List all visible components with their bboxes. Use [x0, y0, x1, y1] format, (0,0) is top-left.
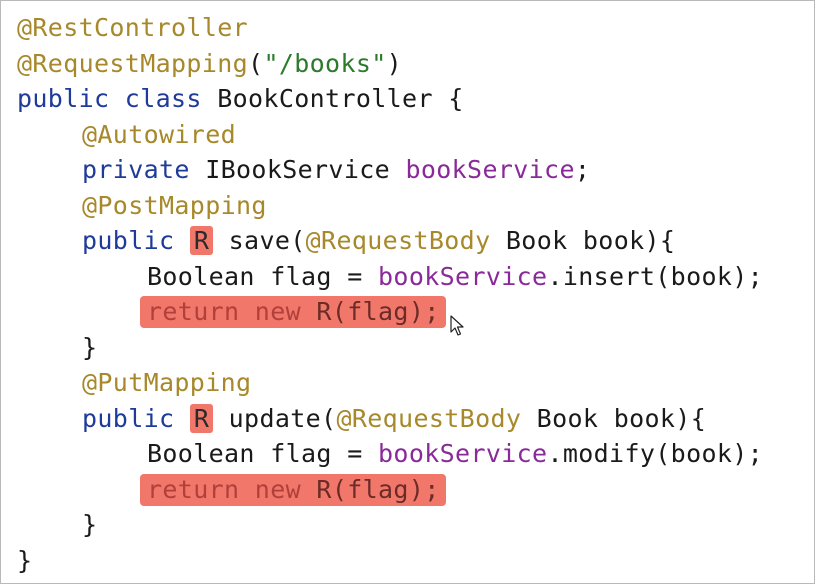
paren-token: ): [386, 48, 403, 78]
keyword-token: public: [82, 403, 175, 433]
code-editor-frame: @RestController @RequestMapping("/books"…: [0, 0, 815, 584]
highlighted-return-type: R: [189, 226, 214, 255]
code-block[interactable]: @RestController @RequestMapping("/books"…: [1, 10, 815, 578]
keyword-token: private: [82, 155, 190, 184]
highlighted-return-type: R: [189, 403, 214, 433]
closing-brace: }: [82, 332, 98, 362]
code-line-4: @Autowired: [1, 117, 815, 153]
code-line-3: public class BookController {: [1, 81, 815, 117]
type-token: IBookService: [189, 155, 406, 184]
highlighted-return-statement: return new R(flag);: [140, 473, 446, 506]
field-token: bookService: [378, 261, 548, 291]
constructor-call-token: R(flag);: [301, 297, 440, 326]
statement-token: Boolean flag =: [147, 439, 379, 468]
method-call-token: .insert(book);: [547, 261, 764, 291]
method-name-token: update(: [228, 403, 337, 433]
annotation-token: @RestController: [17, 13, 249, 42]
annotation-token: @RequestBody: [336, 403, 522, 433]
highlighted-return-statement: return new R(flag);: [140, 296, 446, 328]
code-line-10: }: [1, 330, 815, 366]
code-line-5: private IBookService bookService;: [1, 152, 815, 188]
code-line-14: return new R(flag);: [1, 472, 815, 508]
code-line-11: @PutMapping: [1, 365, 815, 401]
code-line-13: Boolean flag = bookService.modify(book);: [1, 436, 815, 472]
field-token: bookService: [378, 439, 548, 468]
field-token: bookService: [405, 155, 575, 184]
keyword-token: return new: [147, 474, 302, 504]
keyword-token: return new: [147, 297, 302, 326]
parameter-token: Book book){: [490, 226, 676, 255]
annotation-token: @PostMapping: [82, 190, 267, 220]
annotation-token: @Autowired: [82, 119, 237, 149]
method-name-token: save(: [228, 226, 306, 255]
code-line-6: @PostMapping: [1, 188, 815, 224]
statement-token: Boolean flag =: [147, 261, 379, 291]
class-declaration-token: BookController {: [201, 84, 464, 113]
string-token: "/books": [263, 48, 387, 78]
code-line-9: return new R(flag);: [1, 294, 815, 330]
code-line-16: }: [1, 543, 815, 579]
parameter-token: Book book){: [521, 403, 707, 433]
semicolon-token: ;: [574, 155, 591, 184]
annotation-token: @RequestBody: [305, 226, 491, 255]
constructor-call-token: R(flag);: [301, 474, 440, 504]
paren-token: (: [248, 48, 264, 78]
code-line-12: public R update(@RequestBody Book book){: [1, 401, 815, 437]
method-call-token: .modify(book);: [547, 439, 764, 468]
code-line-7: public R save(@RequestBody Book book){: [1, 223, 815, 259]
code-line-1: @RestController: [1, 10, 815, 46]
closing-brace: }: [17, 545, 33, 575]
code-line-15: }: [1, 507, 815, 543]
code-line-2: @RequestMapping("/books"): [1, 46, 815, 82]
annotation-token: @PutMapping: [82, 368, 252, 397]
mouse-pointer-icon: [450, 315, 464, 336]
closing-brace: }: [82, 510, 98, 539]
keyword-token: public: [82, 226, 175, 255]
keyword-token: public class: [17, 84, 202, 113]
code-line-8: Boolean flag = bookService.insert(book);: [1, 259, 815, 295]
annotation-token: @RequestMapping: [17, 48, 249, 78]
